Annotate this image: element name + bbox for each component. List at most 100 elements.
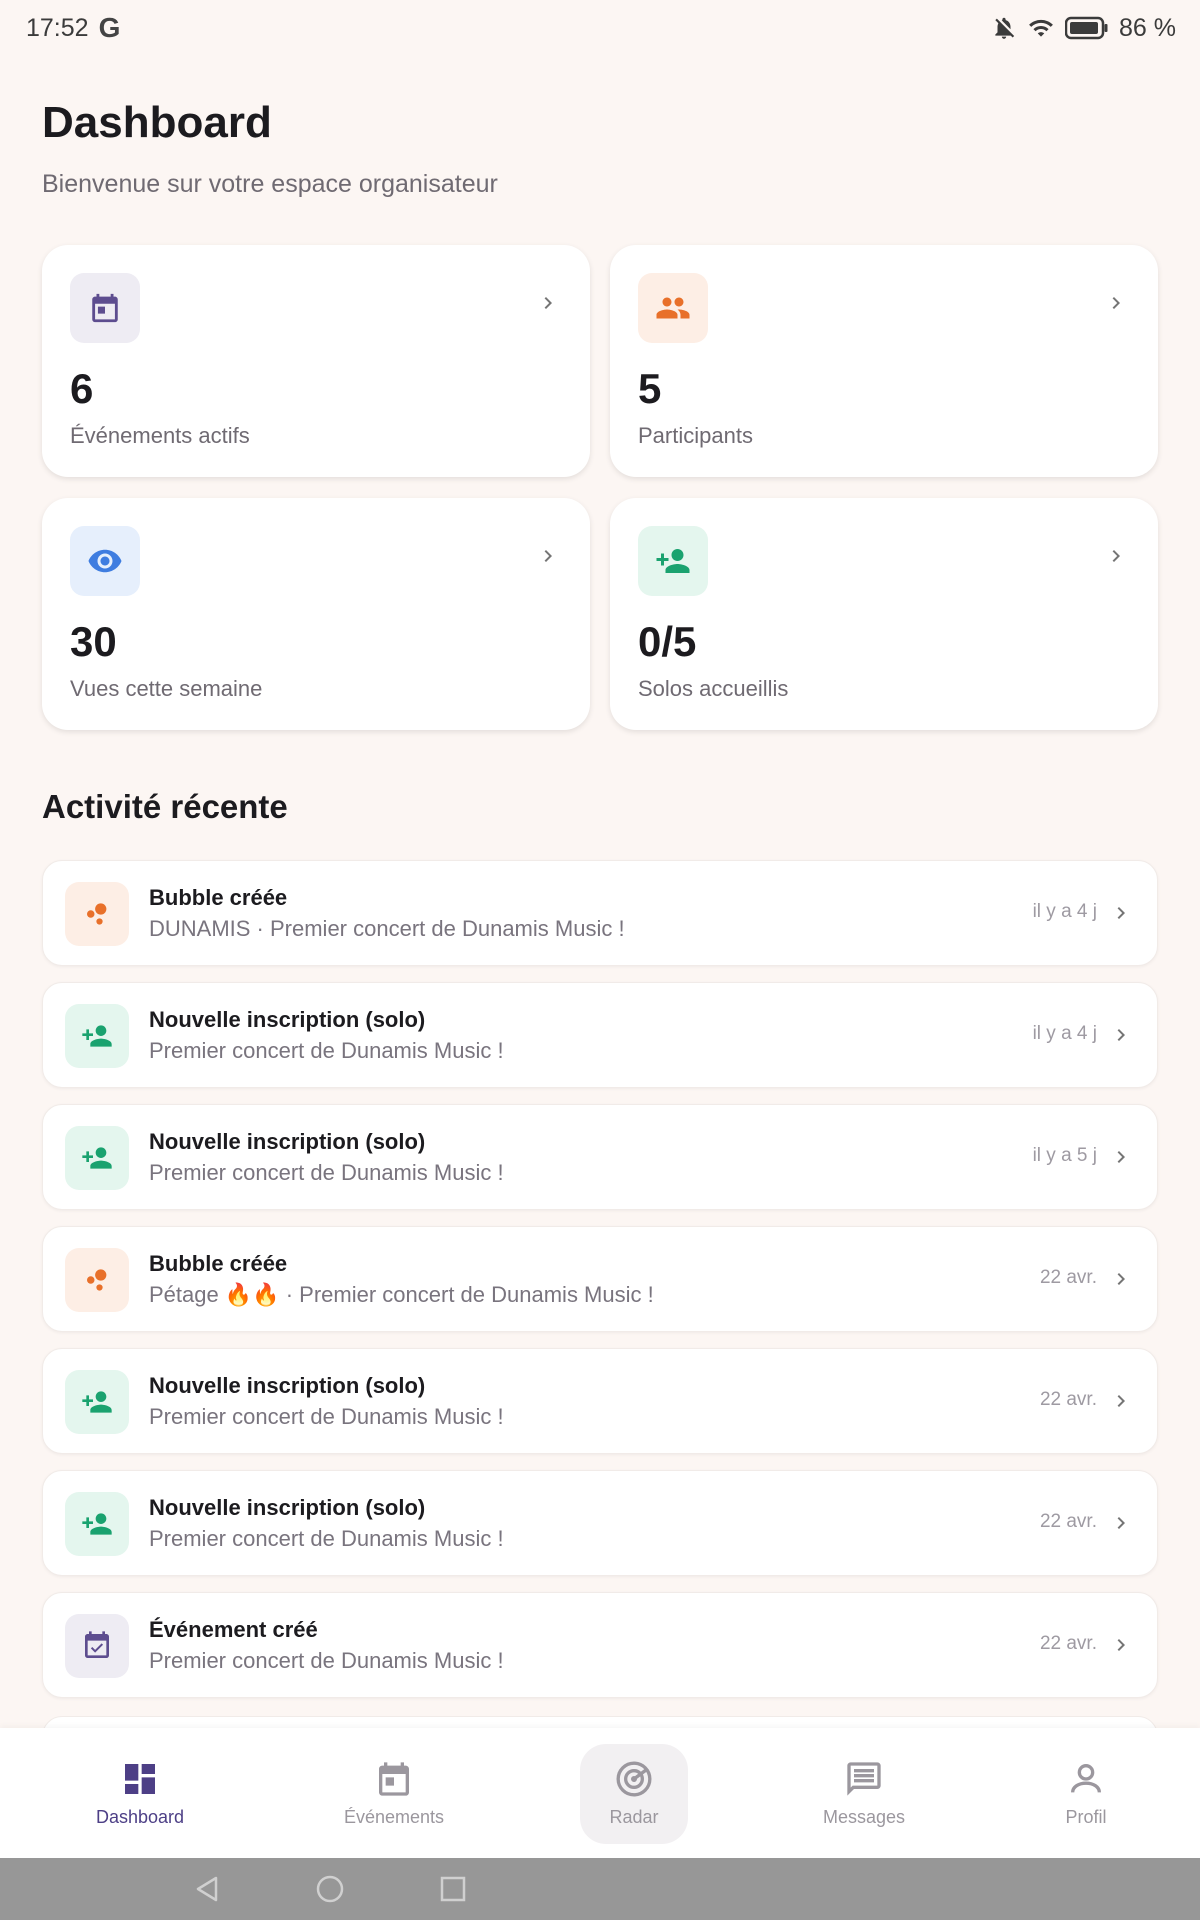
nav-label: Messages [822, 1806, 906, 1827]
stat-label: Solos accueillis [638, 676, 789, 701]
activity-item[interactable]: Nouvelle inscription (solo) Premier conc… [42, 1104, 1158, 1210]
person-add-icon [82, 1025, 112, 1047]
stat-card-solos[interactable]: 0/5 Solos accueillis [610, 498, 1158, 730]
status-bar: 17:52 G 86 % [0, 0, 1200, 56]
activity-item[interactable]: Événement créé Premier concert de Dunami… [42, 1592, 1158, 1698]
activity-title: Événement créé [149, 1617, 318, 1642]
radar-icon [616, 1761, 652, 1796]
person-add-icon [656, 549, 690, 573]
activity-icon-box [65, 882, 129, 946]
notifications-off-icon [995, 17, 1015, 39]
activity-title: Nouvelle inscription (solo) [149, 1129, 426, 1154]
chevron-right-icon [1117, 1639, 1125, 1651]
stat-icon-box [638, 273, 708, 343]
eye-icon [88, 549, 122, 573]
chevron-right-icon [1112, 297, 1120, 309]
nav-item-radar[interactable]: Radar [580, 1728, 688, 1858]
activity-time: il y a 4 j [1032, 901, 1097, 922]
activity-time: 22 avr. [1039, 1389, 1097, 1410]
stat-card-events[interactable]: 6 Événements actifs [42, 245, 590, 477]
stat-card-views[interactable]: 30 Vues cette semaine [42, 498, 590, 730]
message-icon [847, 1761, 881, 1796]
activity-title: Nouvelle inscription (solo) [149, 1495, 426, 1520]
activity-time: 22 avr. [1039, 1511, 1097, 1532]
chevron-right-icon [1117, 1395, 1125, 1407]
activity-item[interactable]: Nouvelle inscription (solo) Premier conc… [42, 982, 1158, 1088]
status-right: 86 % [991, 14, 1176, 43]
person-add-icon [82, 1513, 112, 1535]
stat-card-participants[interactable]: 5 Participants [610, 245, 1158, 477]
status-left: 17:52 G [26, 12, 120, 44]
activity-item[interactable]: Nouvelle inscription (solo) Premier conc… [42, 1348, 1158, 1454]
activity-title: Nouvelle inscription (solo) [149, 1007, 426, 1032]
activity-title: Nouvelle inscription (solo) [149, 1373, 426, 1398]
person-add-icon [82, 1147, 112, 1169]
activity-icon-box [65, 1492, 129, 1556]
stat-label: Événements actifs [70, 423, 250, 448]
chevron-right-icon [1117, 1517, 1125, 1529]
dashboard-icon [125, 1763, 155, 1794]
calendar-icon [92, 293, 118, 323]
chevron-right-icon [1117, 1273, 1125, 1285]
nav-item-profil[interactable]: Profil [1026, 1728, 1146, 1858]
activity-icon-box [65, 1614, 129, 1678]
activity-icon-box [65, 1370, 129, 1434]
activity-time: il y a 4 j [1032, 1023, 1097, 1044]
bottom-nav: Dashboard Événements Radar Messages Prof… [0, 1728, 1200, 1858]
carrier-logo: G [98, 12, 121, 43]
stat-value: 5 [638, 365, 662, 412]
activity-time: 22 avr. [1039, 1267, 1097, 1288]
group-icon [656, 297, 690, 319]
page-subtitle: Bienvenue sur votre espace organisateur [42, 170, 498, 198]
nav-label: Radar [609, 1806, 659, 1827]
stat-label: Vues cette semaine [70, 676, 263, 701]
chevron-right-icon [544, 297, 552, 309]
stat-icon-box [638, 526, 708, 596]
activity-item[interactable]: Bubble créée DUNAMIS · Premier concert d… [42, 860, 1158, 966]
nav-item-evenements[interactable]: Événements [324, 1728, 464, 1858]
calendar-icon [379, 1761, 409, 1796]
activity-icon-box [65, 1248, 129, 1312]
back-icon[interactable] [192, 1874, 222, 1904]
recent-activity-title: Activité récente [42, 788, 288, 825]
chevron-right-icon [1112, 550, 1120, 562]
bubble-icon [87, 903, 107, 925]
nav-label: Dashboard [95, 1806, 185, 1827]
stat-value: 0/5 [638, 618, 697, 665]
stat-value: 6 [70, 365, 94, 412]
activity-item[interactable]: Nouvelle inscription (solo) Premier conc… [42, 1470, 1158, 1576]
activity-title: Bubble créée [149, 885, 288, 910]
stat-icon-box [70, 273, 140, 343]
nav-item-messages[interactable]: Messages [794, 1728, 934, 1858]
activity-subtitle: Pétage 🔥🔥 · Premier concert de Dunamis M… [149, 1282, 654, 1307]
battery-percent: 86 % [1119, 13, 1176, 42]
chevron-right-icon [544, 550, 552, 562]
activity-time: 22 avr. [1039, 1633, 1097, 1654]
activity-subtitle: Premier concert de Dunamis Music ! [149, 1160, 504, 1185]
nav-item-dashboard[interactable]: Dashboard [70, 1728, 210, 1858]
home-icon[interactable] [315, 1874, 345, 1904]
page-title: Dashboard [42, 98, 272, 147]
activity-icon-box [65, 1126, 129, 1190]
chevron-right-icon [1117, 907, 1125, 919]
profile-icon [1071, 1763, 1101, 1793]
activity-item[interactable]: Bubble créée Pétage 🔥🔥 · Premier concert… [42, 1226, 1158, 1332]
activity-subtitle: Premier concert de Dunamis Music ! [149, 1404, 504, 1429]
wifi-icon [1029, 19, 1053, 37]
system-nav-bar [0, 1858, 1200, 1920]
status-time: 17:52 [26, 13, 89, 42]
activity-subtitle: Premier concert de Dunamis Music ! [149, 1526, 504, 1551]
activity-title: Bubble créée [149, 1251, 288, 1276]
stat-value: 30 [70, 618, 117, 665]
battery-icon [1065, 16, 1108, 40]
activity-time: il y a 5 j [1032, 1145, 1097, 1166]
stat-label: Participants [638, 423, 753, 448]
nav-label: Événements [343, 1806, 445, 1827]
chevron-right-icon [1117, 1151, 1125, 1163]
stat-icon-box [70, 526, 140, 596]
activity-icon-box [65, 1004, 129, 1068]
chevron-right-icon [1117, 1029, 1125, 1041]
person-add-icon [82, 1391, 112, 1413]
recents-icon[interactable] [438, 1874, 468, 1904]
activity-subtitle: Premier concert de Dunamis Music ! [149, 1038, 504, 1063]
